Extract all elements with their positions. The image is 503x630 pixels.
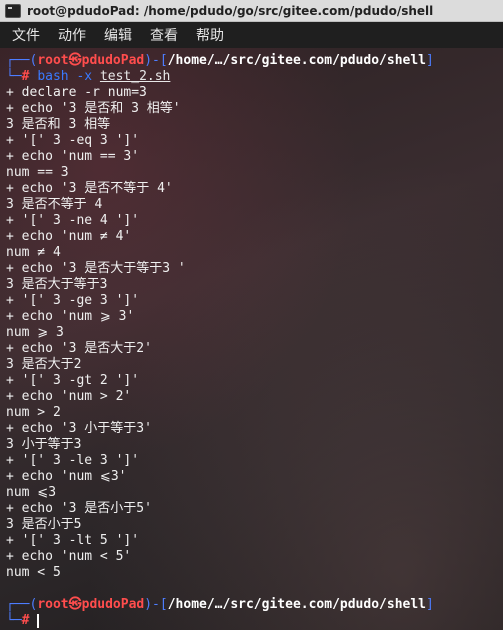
output-line: + echo '3 是否大于等于3 ' [6,261,186,276]
scrollbar[interactable] [499,48,503,630]
output-line: 3 小于等于3 [6,437,82,452]
output-line: num < 5 [6,565,61,580]
output-line: + '[' 3 -le 3 ']' [6,453,140,468]
output-line: + echo '3 是否不等于 4' [6,181,173,196]
output-line: 3 是否大于等于3 [6,277,108,292]
output-line: num ⩽3 [6,485,57,500]
output-line: 3 是否和 3 相等 [6,117,111,132]
output-line: + echo '3 是否大于2' [6,341,152,356]
title-bar[interactable]: root@pdudoPad: /home/pdudo/go/src/gitee.… [0,0,503,22]
command-bin: bash [37,69,69,84]
prompt-symbol: # [21,69,30,84]
input-line[interactable]: └─# [6,613,40,629]
menu-help[interactable]: 帮助 [196,25,224,45]
output-line: + echo '3 是否小于5' [6,501,152,516]
output-line: + echo 'num ⩽3' [6,469,127,484]
output-line: + '[' 3 -ne 4 ']' [6,213,140,228]
prompt-line-2: ┌──(root㉿pdudoPad)-[/home/…/src/gitee.co… [6,597,434,612]
output-line: + echo 'num < 5' [6,549,132,564]
menu-edit[interactable]: 编辑 [104,25,132,45]
terminal-output[interactable]: ┌──(root㉿pdudoPad)-[/home/…/src/gitee.co… [0,48,503,630]
output-line: + '[' 3 -eq 3 ']' [6,133,140,148]
prompt-path: /home/…/src/gitee.com/pdudo/shell [167,53,426,68]
output-line: num > 2 [6,405,61,420]
command-file: test_2.sh [99,69,171,84]
prompt-path-2: /home/…/src/gitee.com/pdudo/shell [167,597,426,612]
output-line: + echo 'num == 3' [6,149,140,164]
output-line: + echo 'num ≠ 4' [6,229,132,244]
output-line: 3 是否小于5 [6,517,82,532]
output-line: + '[' 3 -gt 2 ']' [6,373,140,388]
output-line: num ≠ 4 [6,245,61,260]
window-title: root@pdudoPad: /home/pdudo/go/src/gitee.… [27,3,434,18]
menu-action[interactable]: 动作 [58,25,86,45]
command-line: └─# bash -x test_2.sh [6,69,171,84]
output-line: num == 3 [6,165,69,180]
text-cursor [37,613,40,628]
terminal-window: root@pdudoPad: /home/pdudo/go/src/gitee.… [0,0,503,630]
output-line: + echo 'num > 2' [6,389,132,404]
output-line: + '[' 3 -ge 3 ']' [6,293,140,308]
output-line: + '[' 3 -lt 5 ']' [6,533,140,548]
menu-view[interactable]: 查看 [150,25,178,45]
menu-bar: 文件 动作 编辑 查看 帮助 [0,22,503,48]
prompt-line-1: ┌──(root㉿pdudoPad)-[/home/…/src/gitee.co… [6,53,434,68]
output-line: 3 是否大于2 [6,357,82,372]
command-flag: -x [76,69,93,84]
output-line: num ⩾ 3 [6,325,64,340]
terminal-icon [5,3,21,18]
prompt-symbol-2: # [21,613,30,628]
prompt-user-host-2: root㉿pdudoPad [37,597,145,612]
output-line: + echo '3 小于等于3' [6,421,152,436]
output-line: + echo '3 是否和 3 相等' [6,101,181,116]
menu-file[interactable]: 文件 [12,25,40,45]
prompt-user-host: root㉿pdudoPad [37,53,145,68]
output-line: + declare -r num=3 [6,85,147,100]
output-line: + echo 'num ⩾ 3' [6,309,135,324]
output-line: 3 是否不等于 4 [6,197,103,212]
